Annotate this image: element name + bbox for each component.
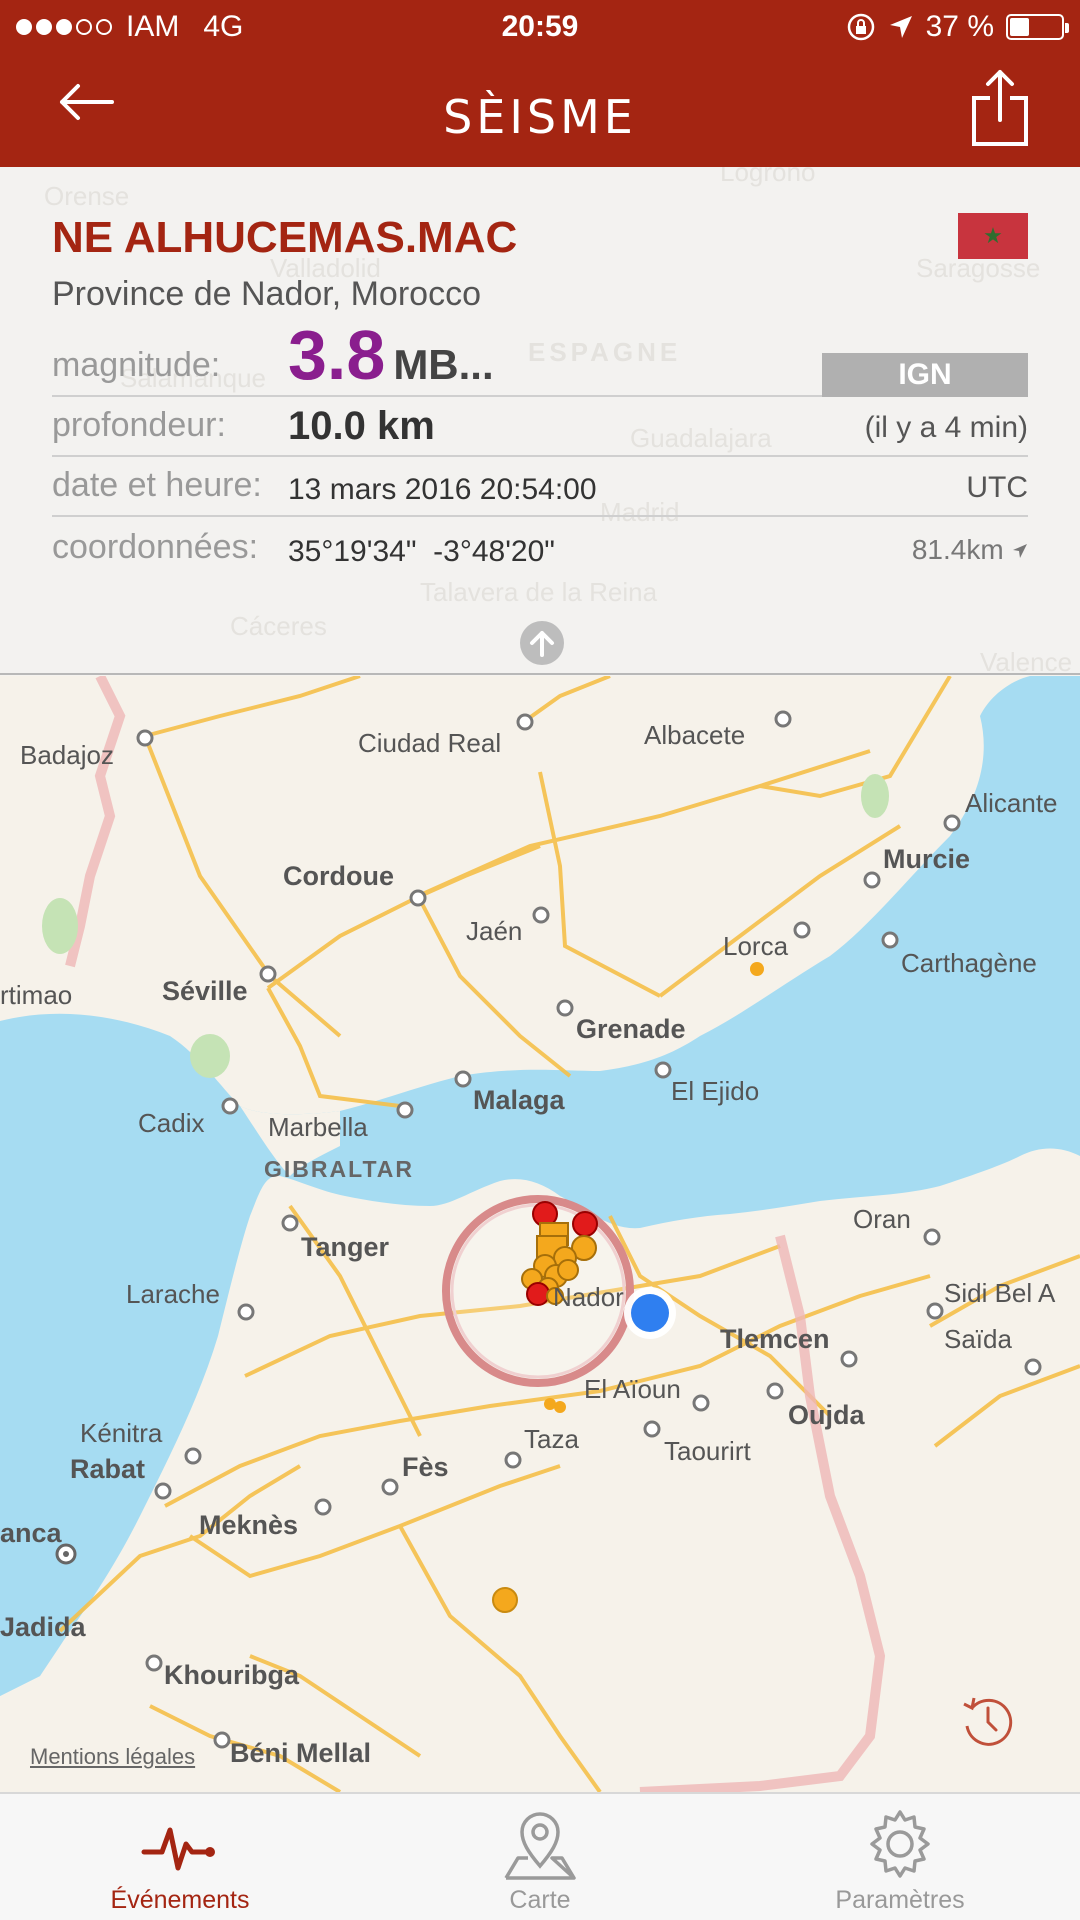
distance-group: 81.4km <box>912 533 1028 567</box>
depth-value: 10.0 km <box>288 404 435 448</box>
coordinates-label: coordonnées: <box>52 528 259 566</box>
share-button[interactable] <box>970 68 1030 148</box>
battery-percent: 37 % <box>925 10 994 43</box>
datetime-row: date et heure: 13 mars 2016 20:54:00 UTC <box>52 457 1028 517</box>
distance-value: 81.4km <box>911 534 1004 565</box>
city-label: Tanger <box>301 1232 390 1262</box>
tab-bar: Événements Carte Paramètres <box>0 1792 1080 1920</box>
tab-settings-label: Paramètres <box>835 1886 965 1914</box>
city-label: Ciudad Real <box>358 728 502 758</box>
location-arrow-icon <box>889 16 912 38</box>
map-label-faint: Valence <box>980 647 1073 675</box>
map-label-faint: Talavera de la Reina <box>420 577 658 607</box>
city-label: Meknès <box>199 1510 299 1540</box>
city-label: Badajoz <box>20 740 114 770</box>
magnitude-row: magnitude: 3.8 MB... IGN <box>52 316 1028 397</box>
city-label: Malaga <box>473 1085 565 1115</box>
city-label: Alicante <box>965 788 1058 818</box>
collapse-panel-button[interactable] <box>520 621 564 665</box>
city-label: Cadix <box>138 1108 205 1138</box>
city-label: Rabat <box>70 1454 146 1484</box>
status-bar: IAM 4G 20:59 37 % <box>0 8 1080 48</box>
history-clock-icon <box>963 1697 1013 1746</box>
pulse-icon <box>141 1827 215 1871</box>
city-label: Murcie <box>883 844 971 874</box>
city-label: Jaén <box>466 916 523 946</box>
magnitude-value-group: 3.8 MB... <box>288 315 494 395</box>
event-place: NE ALHUCEMAS.MAC <box>52 213 518 262</box>
tab-map[interactable]: Carte <box>420 1794 660 1920</box>
map-view[interactable]: Badajoz Ciudad Real Albacete Alicante Co… <box>0 676 1080 1792</box>
city-label: Saïda <box>944 1324 1012 1354</box>
page-title: SÈISME <box>443 90 637 144</box>
morocco-flag-icon: ★ <box>958 213 1028 259</box>
city-label: Séville <box>162 976 248 1006</box>
city-label: Lorca <box>723 931 789 961</box>
magnitude-label: magnitude: <box>52 346 221 384</box>
map-label-faint: Logroño <box>720 167 816 187</box>
city-label: Albacete <box>644 720 746 750</box>
city-label: El Aïoun <box>584 1374 681 1404</box>
city-label: rtimao <box>0 980 73 1010</box>
arrow-up-icon <box>530 631 554 657</box>
magnitude-unit: MB... <box>393 341 494 388</box>
datetime-value: 13 mars 2016 20:54:00 <box>288 473 597 506</box>
city-label: Oujda <box>788 1400 865 1430</box>
city-label: Tlemcen <box>720 1324 830 1354</box>
tab-settings[interactable]: Paramètres <box>780 1794 1020 1920</box>
source-ign-button[interactable]: IGN <box>822 353 1028 397</box>
depth-row: profondeur: 10.0 km (il y a 4 min) <box>52 397 1028 457</box>
city-label: Grenade <box>576 1014 686 1044</box>
app-header: IAM 4G 20:59 37 % SÈISME <box>0 0 1080 167</box>
city-label: Taourirt <box>664 1436 751 1466</box>
tab-events[interactable]: Événements <box>60 1794 300 1920</box>
orientation-lock-icon <box>847 13 874 41</box>
event-detail-panel: Orense Logroño Valladolid Saragosse ESPA… <box>0 167 1080 675</box>
city-label: Oran <box>853 1204 911 1234</box>
map-label-faint: Orense <box>44 181 130 211</box>
share-icon <box>972 70 1028 146</box>
time-ago: (il y a 4 min) <box>864 411 1028 444</box>
legal-notice-link[interactable]: Mentions légales <box>30 1744 195 1770</box>
city-label: Cordoue <box>283 861 394 891</box>
city-label: Nador <box>553 1282 624 1312</box>
city-label: Sidi Bel A <box>944 1278 1056 1308</box>
tab-events-label: Événements <box>110 1886 250 1914</box>
battery-icon <box>1006 14 1069 40</box>
city-label: Kénitra <box>80 1418 163 1448</box>
city-label: Khouribga <box>164 1660 299 1690</box>
city-label: Marbella <box>268 1112 368 1142</box>
location-arrow-icon <box>1013 544 1027 558</box>
map-label-faint: Cáceres <box>230 611 327 641</box>
city-label: Larache <box>126 1279 220 1309</box>
datetime-label: date et heure: <box>52 466 262 504</box>
magnitude-value: 3.8 <box>288 316 386 394</box>
tab-map-label: Carte <box>509 1886 571 1914</box>
city-label: El Ejido <box>671 1076 760 1106</box>
map-pin-icon <box>504 1812 576 1880</box>
city-label: anca <box>0 1518 62 1548</box>
city-label: Taza <box>524 1424 579 1454</box>
coordinates-value: 35°19'34" -3°48'20" <box>288 535 555 568</box>
history-button[interactable] <box>960 1692 1016 1748</box>
city-label: Béni Mellal <box>230 1738 372 1768</box>
city-label: Fès <box>402 1452 449 1482</box>
depth-label: profondeur: <box>52 406 226 444</box>
event-region: Province de Nador, Morocco <box>52 275 481 313</box>
city-label: Jadida <box>0 1612 86 1642</box>
timezone: UTC <box>966 471 1028 504</box>
city-label: GIBRALTAR <box>264 1156 415 1182</box>
gear-icon <box>870 1810 930 1878</box>
city-label: Carthagène <box>901 948 1037 978</box>
coordinates-row: coordonnées: 35°19'34" -3°48'20" 81.4km <box>52 517 1028 577</box>
